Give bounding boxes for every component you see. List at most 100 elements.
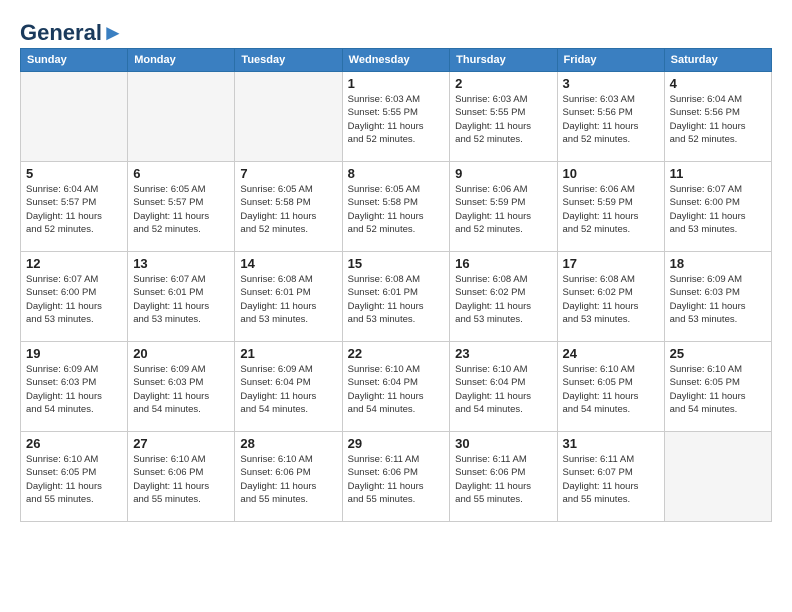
- calendar-cell: 10Sunrise: 6:06 AM Sunset: 5:59 PM Dayli…: [557, 162, 664, 252]
- calendar-week-row: 1 Sunrise: 6:03 AM Sunset: 5:55 PM Daylig…: [21, 72, 772, 162]
- calendar-cell: 26 Sunrise: 6:10 AM Sunset: 6:05 PM Dayli…: [21, 432, 128, 522]
- calendar-cell: 29 Sunrise: 6:11 AM Sunset: 6:06 PM Dayli…: [342, 432, 450, 522]
- day-info: Sunrise: 6:06 AM Sunset: 5:59 PM Dayligh…: [563, 183, 659, 236]
- day-info: Sunrise: 6:10 AM Sunset: 6:06 PM Dayligh…: [240, 453, 336, 506]
- calendar-cell: 1 Sunrise: 6:03 AM Sunset: 5:55 PM Daylig…: [342, 72, 450, 162]
- day-number: 26: [26, 436, 122, 451]
- day-number: 30: [455, 436, 551, 451]
- logo: General►: [20, 20, 124, 38]
- day-info: Sunrise: 6:07 AM Sunset: 6:01 PM Dayligh…: [133, 273, 229, 326]
- day-info: Sunrise: 6:08 AM Sunset: 6:02 PM Dayligh…: [563, 273, 659, 326]
- day-info: Sunrise: 6:04 AM Sunset: 5:56 PM Dayligh…: [670, 93, 766, 146]
- logo-text: General►: [20, 20, 124, 46]
- calendar-cell: 31Sunrise: 6:11 AM Sunset: 6:07 PM Dayli…: [557, 432, 664, 522]
- day-info: Sunrise: 6:10 AM Sunset: 6:06 PM Dayligh…: [133, 453, 229, 506]
- weekday-header-tuesday: Tuesday: [235, 49, 342, 72]
- day-info: Sunrise: 6:08 AM Sunset: 6:02 PM Dayligh…: [455, 273, 551, 326]
- calendar-cell: [664, 432, 771, 522]
- calendar-cell: 2Sunrise: 6:03 AM Sunset: 5:55 PM Daylig…: [450, 72, 557, 162]
- calendar-cell: 21 Sunrise: 6:09 AM Sunset: 6:04 PM Dayli…: [235, 342, 342, 432]
- calendar-cell: 30Sunrise: 6:11 AM Sunset: 6:06 PM Dayli…: [450, 432, 557, 522]
- calendar-cell: 6 Sunrise: 6:05 AM Sunset: 5:57 PM Daylig…: [128, 162, 235, 252]
- calendar-cell: 5 Sunrise: 6:04 AM Sunset: 5:57 PM Daylig…: [21, 162, 128, 252]
- weekday-header-row: SundayMondayTuesdayWednesdayThursdayFrid…: [21, 49, 772, 72]
- day-info: Sunrise: 6:05 AM Sunset: 5:57 PM Dayligh…: [133, 183, 229, 236]
- calendar-cell: 11 Sunrise: 6:07 AM Sunset: 6:00 PM Dayli…: [664, 162, 771, 252]
- day-number: 11: [670, 166, 766, 181]
- calendar-cell: 25 Sunrise: 6:10 AM Sunset: 6:05 PM Dayli…: [664, 342, 771, 432]
- calendar-cell: 8 Sunrise: 6:05 AM Sunset: 5:58 PM Daylig…: [342, 162, 450, 252]
- day-number: 7: [240, 166, 336, 181]
- calendar-cell: 3 Sunrise: 6:03 AM Sunset: 5:56 PM Daylig…: [557, 72, 664, 162]
- calendar-cell: 18 Sunrise: 6:09 AM Sunset: 6:03 PM Dayli…: [664, 252, 771, 342]
- day-info: Sunrise: 6:09 AM Sunset: 6:04 PM Dayligh…: [240, 363, 336, 416]
- day-number: 24: [563, 346, 659, 361]
- day-number: 13: [133, 256, 229, 271]
- day-info: Sunrise: 6:10 AM Sunset: 6:04 PM Dayligh…: [455, 363, 551, 416]
- page-header: General►: [20, 20, 772, 38]
- day-number: 28: [240, 436, 336, 451]
- day-info: Sunrise: 6:11 AM Sunset: 6:07 PM Dayligh…: [563, 453, 659, 506]
- day-number: 4: [670, 76, 766, 91]
- weekday-header-wednesday: Wednesday: [342, 49, 450, 72]
- day-number: 1: [348, 76, 445, 91]
- day-number: 17: [563, 256, 659, 271]
- day-info: Sunrise: 6:10 AM Sunset: 6:05 PM Dayligh…: [670, 363, 766, 416]
- day-info: Sunrise: 6:06 AM Sunset: 5:59 PM Dayligh…: [455, 183, 551, 236]
- day-number: 20: [133, 346, 229, 361]
- day-info: Sunrise: 6:08 AM Sunset: 6:01 PM Dayligh…: [240, 273, 336, 326]
- day-number: 18: [670, 256, 766, 271]
- day-info: Sunrise: 6:10 AM Sunset: 6:05 PM Dayligh…: [26, 453, 122, 506]
- day-number: 21: [240, 346, 336, 361]
- calendar-cell: 4 Sunrise: 6:04 AM Sunset: 5:56 PM Daylig…: [664, 72, 771, 162]
- day-number: 14: [240, 256, 336, 271]
- day-number: 16: [455, 256, 551, 271]
- day-info: Sunrise: 6:07 AM Sunset: 6:00 PM Dayligh…: [670, 183, 766, 236]
- day-info: Sunrise: 6:03 AM Sunset: 5:56 PM Dayligh…: [563, 93, 659, 146]
- weekday-header-sunday: Sunday: [21, 49, 128, 72]
- day-info: Sunrise: 6:11 AM Sunset: 6:06 PM Dayligh…: [348, 453, 445, 506]
- calendar-cell: 27Sunrise: 6:10 AM Sunset: 6:06 PM Dayli…: [128, 432, 235, 522]
- weekday-header-friday: Friday: [557, 49, 664, 72]
- calendar-cell: 13 Sunrise: 6:07 AM Sunset: 6:01 PM Dayli…: [128, 252, 235, 342]
- day-info: Sunrise: 6:03 AM Sunset: 5:55 PM Dayligh…: [455, 93, 551, 146]
- calendar-cell: 19 Sunrise: 6:09 AM Sunset: 6:03 PM Dayli…: [21, 342, 128, 432]
- day-info: Sunrise: 6:05 AM Sunset: 5:58 PM Dayligh…: [348, 183, 445, 236]
- day-number: 22: [348, 346, 445, 361]
- weekday-header-saturday: Saturday: [664, 49, 771, 72]
- day-number: 8: [348, 166, 445, 181]
- day-info: Sunrise: 6:03 AM Sunset: 5:55 PM Dayligh…: [348, 93, 445, 146]
- calendar-week-row: 19 Sunrise: 6:09 AM Sunset: 6:03 PM Dayli…: [21, 342, 772, 432]
- day-info: Sunrise: 6:09 AM Sunset: 6:03 PM Dayligh…: [133, 363, 229, 416]
- calendar-week-row: 5 Sunrise: 6:04 AM Sunset: 5:57 PM Daylig…: [21, 162, 772, 252]
- day-number: 29: [348, 436, 445, 451]
- calendar-cell: 16 Sunrise: 6:08 AM Sunset: 6:02 PM Dayli…: [450, 252, 557, 342]
- day-number: 9: [455, 166, 551, 181]
- day-number: 19: [26, 346, 122, 361]
- day-info: Sunrise: 6:10 AM Sunset: 6:05 PM Dayligh…: [563, 363, 659, 416]
- day-number: 6: [133, 166, 229, 181]
- calendar-cell: 28 Sunrise: 6:10 AM Sunset: 6:06 PM Dayli…: [235, 432, 342, 522]
- calendar-cell: 17 Sunrise: 6:08 AM Sunset: 6:02 PM Dayli…: [557, 252, 664, 342]
- calendar-cell: 24 Sunrise: 6:10 AM Sunset: 6:05 PM Dayli…: [557, 342, 664, 432]
- calendar-cell: 22Sunrise: 6:10 AM Sunset: 6:04 PM Dayli…: [342, 342, 450, 432]
- day-info: Sunrise: 6:09 AM Sunset: 6:03 PM Dayligh…: [670, 273, 766, 326]
- calendar-cell: [128, 72, 235, 162]
- calendar-week-row: 26 Sunrise: 6:10 AM Sunset: 6:05 PM Dayli…: [21, 432, 772, 522]
- calendar-cell: 12Sunrise: 6:07 AM Sunset: 6:00 PM Dayli…: [21, 252, 128, 342]
- calendar-cell: 14 Sunrise: 6:08 AM Sunset: 6:01 PM Dayli…: [235, 252, 342, 342]
- day-number: 3: [563, 76, 659, 91]
- calendar-cell: 7Sunrise: 6:05 AM Sunset: 5:58 PM Daylig…: [235, 162, 342, 252]
- calendar-week-row: 12Sunrise: 6:07 AM Sunset: 6:00 PM Dayli…: [21, 252, 772, 342]
- calendar-cell: 23Sunrise: 6:10 AM Sunset: 6:04 PM Dayli…: [450, 342, 557, 432]
- day-number: 25: [670, 346, 766, 361]
- day-number: 12: [26, 256, 122, 271]
- day-info: Sunrise: 6:09 AM Sunset: 6:03 PM Dayligh…: [26, 363, 122, 416]
- weekday-header-thursday: Thursday: [450, 49, 557, 72]
- day-number: 5: [26, 166, 122, 181]
- calendar-cell: 20 Sunrise: 6:09 AM Sunset: 6:03 PM Dayli…: [128, 342, 235, 432]
- calendar-cell: 9 Sunrise: 6:06 AM Sunset: 5:59 PM Daylig…: [450, 162, 557, 252]
- day-info: Sunrise: 6:08 AM Sunset: 6:01 PM Dayligh…: [348, 273, 445, 326]
- day-info: Sunrise: 6:04 AM Sunset: 5:57 PM Dayligh…: [26, 183, 122, 236]
- calendar-table: SundayMondayTuesdayWednesdayThursdayFrid…: [20, 48, 772, 522]
